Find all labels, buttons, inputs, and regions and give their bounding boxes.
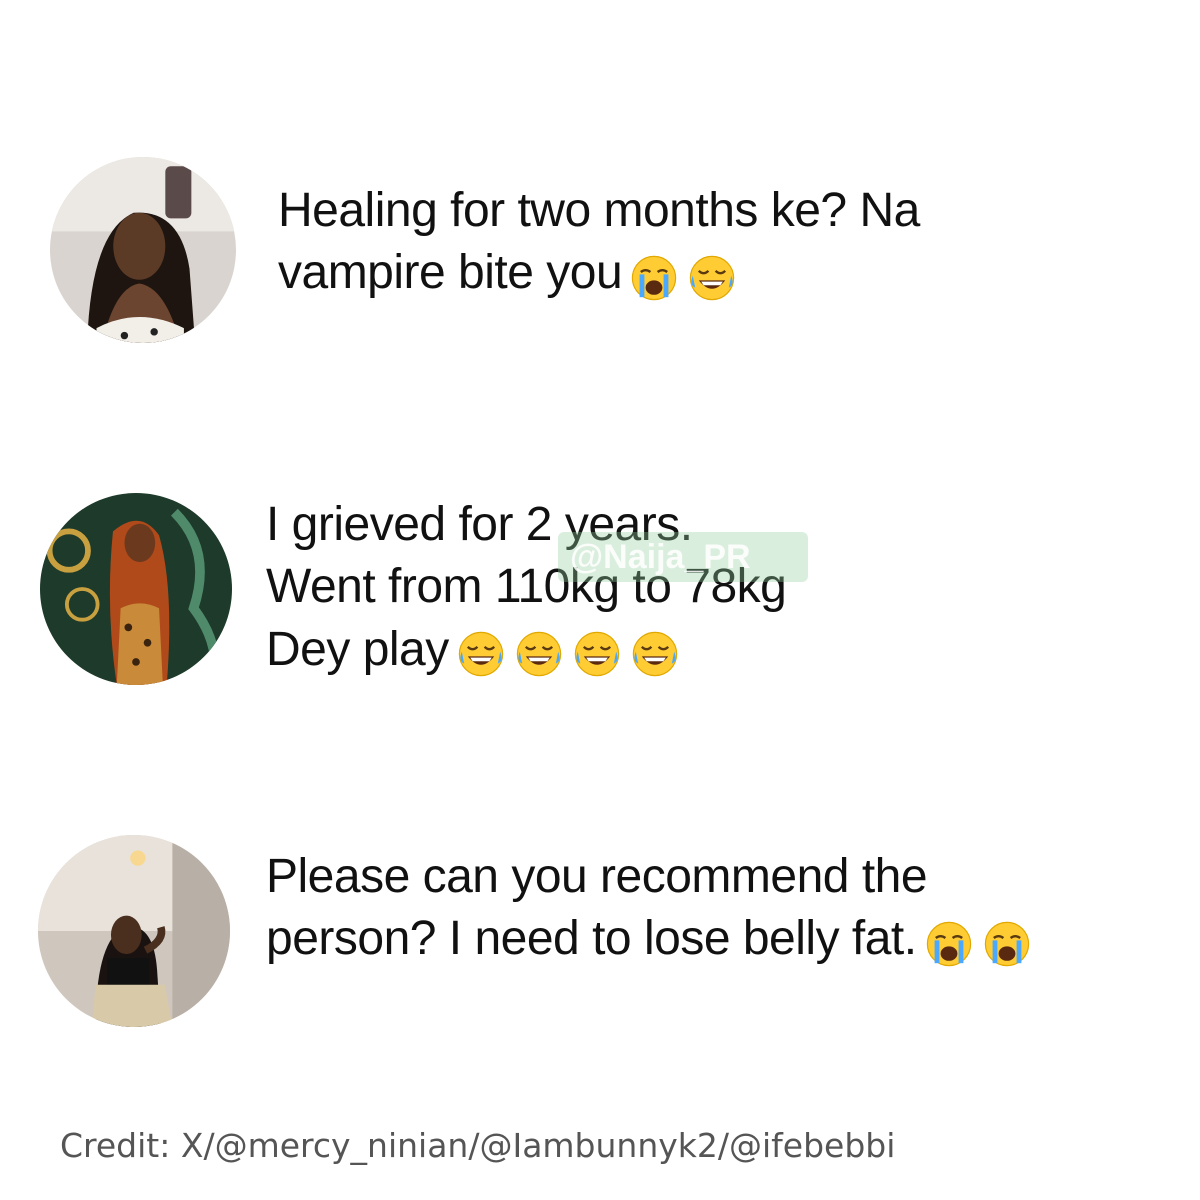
post-line: person? I need to lose belly fat. bbox=[266, 912, 917, 966]
profile-photo-icon bbox=[40, 493, 232, 685]
emoji-row bbox=[630, 245, 746, 307]
loudly-crying-face-icon bbox=[630, 254, 678, 302]
post-line: vampire bite you bbox=[278, 246, 623, 300]
face-with-tears-of-joy-icon bbox=[688, 254, 736, 302]
post-text: Healing for two months ke? Na vampire bi… bbox=[278, 180, 920, 307]
post-line-last: Dey play bbox=[266, 619, 786, 684]
profile-photo-icon bbox=[38, 835, 230, 1027]
emoji-row bbox=[457, 621, 689, 683]
post-line-last: vampire bite you bbox=[278, 242, 920, 307]
emoji-row bbox=[925, 911, 1041, 973]
face-with-tears-of-joy-icon bbox=[573, 630, 621, 678]
profile-photo-icon bbox=[50, 157, 236, 343]
post-line: Please can you recommend the bbox=[266, 850, 928, 903]
post-line: Healing for two months ke? Na bbox=[278, 184, 920, 237]
post-line: Dey play bbox=[266, 622, 449, 676]
avatar[interactable] bbox=[38, 835, 230, 1027]
credit-text: Credit: X/@mercy_ninian/@Iambunnyk2/@ife… bbox=[60, 1126, 896, 1165]
face-with-tears-of-joy-icon bbox=[631, 630, 679, 678]
post-text: I grieved for 2 years. Went from 110kg t… bbox=[266, 494, 787, 684]
avatar[interactable] bbox=[40, 493, 232, 685]
watermark-text: @Naija_PR bbox=[570, 538, 751, 576]
loudly-crying-face-icon bbox=[925, 920, 973, 968]
watermark: @Naija_PR bbox=[558, 532, 808, 582]
face-with-tears-of-joy-icon bbox=[457, 630, 505, 678]
loudly-crying-face-icon bbox=[983, 920, 1031, 968]
face-with-tears-of-joy-icon bbox=[515, 630, 563, 678]
avatar[interactable] bbox=[50, 157, 236, 343]
post-line-last: person? I need to lose belly fat. bbox=[266, 908, 1041, 973]
post-text: Please can you recommend the person? I n… bbox=[266, 846, 1041, 973]
